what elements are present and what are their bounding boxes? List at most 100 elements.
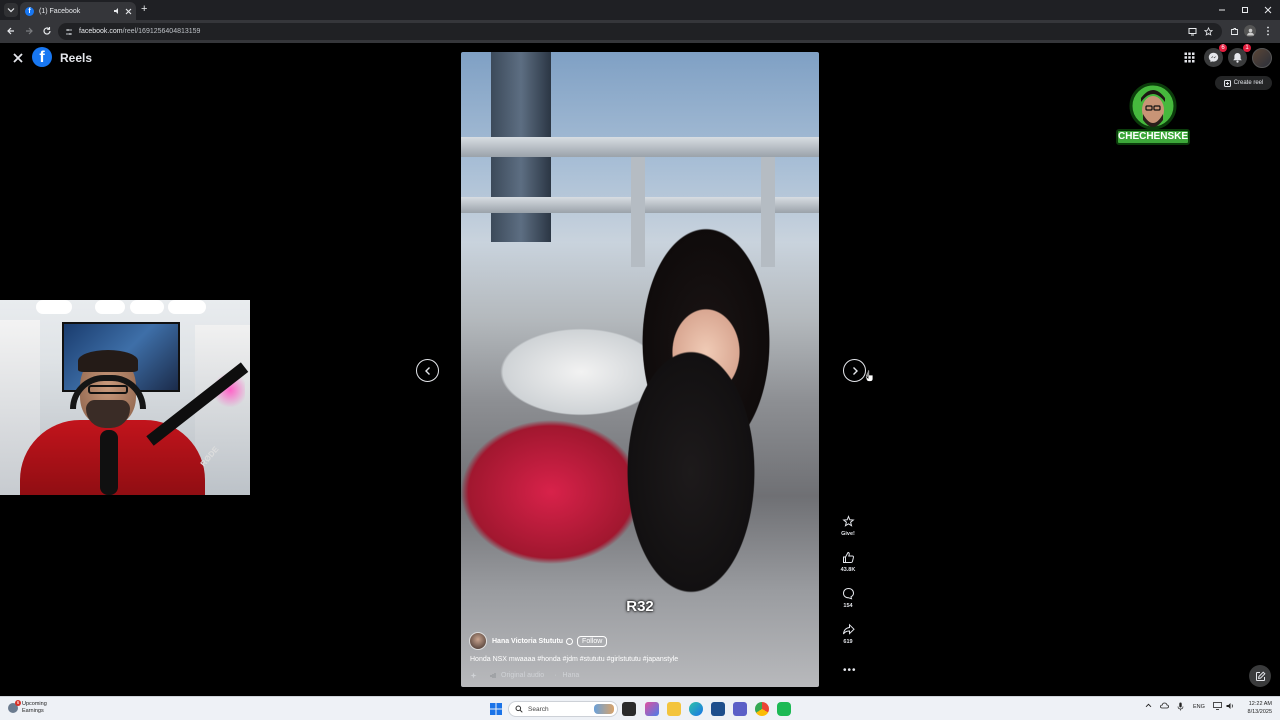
volume-tray-button[interactable] xyxy=(1226,702,1235,710)
close-window-button[interactable] xyxy=(1258,3,1278,17)
site-info-icon[interactable] xyxy=(65,28,73,36)
start-button[interactable] xyxy=(489,702,503,716)
facebook-logo[interactable]: f xyxy=(32,47,52,67)
video-caption: R32 xyxy=(626,598,654,615)
store-button[interactable] xyxy=(711,702,725,716)
music-note-icon xyxy=(490,673,496,678)
video-pillar xyxy=(761,157,775,267)
author-avatar[interactable] xyxy=(469,632,487,650)
taskbar-clock[interactable]: 12:22 AM 8/13/2025 xyxy=(1240,700,1272,716)
cloud-decoration xyxy=(95,300,125,314)
extensions-button[interactable] xyxy=(1228,25,1240,37)
bookmark-button[interactable] xyxy=(1202,25,1214,37)
minimize-button[interactable] xyxy=(1212,3,1232,17)
taskbar-search[interactable]: Search xyxy=(508,701,618,717)
close-icon xyxy=(13,53,23,63)
restore-button[interactable] xyxy=(1235,3,1255,17)
stars-icon xyxy=(841,514,855,527)
next-reel-button[interactable] xyxy=(843,359,866,382)
copilot-button[interactable] xyxy=(645,702,659,716)
follow-button[interactable]: Follow xyxy=(577,635,608,647)
task-view-button[interactable] xyxy=(622,702,636,716)
speaker-icon[interactable] xyxy=(113,7,121,15)
windows-taskbar: 6 Upcoming Earnings Search ENG 12:22 AM … xyxy=(0,696,1280,720)
comment-count: 154 xyxy=(843,603,853,609)
reload-button[interactable] xyxy=(41,25,53,37)
chrome-button[interactable] xyxy=(755,702,769,716)
clock-date: 8/13/2025 xyxy=(1247,709,1272,715)
webcam-person-hair xyxy=(78,350,138,372)
like-count: 43.8K xyxy=(840,567,856,573)
chevron-down-icon xyxy=(7,8,15,13)
search-icon xyxy=(515,705,523,713)
comment-button[interactable]: 154 xyxy=(836,585,860,609)
browser-tab-bar: f (1) Facebook + xyxy=(0,0,1280,20)
star-icon xyxy=(1203,26,1213,36)
author-name[interactable]: Hana Victoria Stututu xyxy=(492,638,563,645)
close-tab-icon[interactable] xyxy=(125,8,132,15)
cloud-drive-icon xyxy=(1160,702,1169,709)
bell-icon xyxy=(1233,53,1242,63)
reel-video[interactable]: R32 Hana Victoria Stututu Follow Honda N… xyxy=(461,52,819,687)
spotify-button[interactable] xyxy=(777,702,791,716)
reel-description[interactable]: Honda NSX mwaaaa #honda #jdm #stututu #g… xyxy=(470,656,678,663)
new-tab-button[interactable]: + xyxy=(141,3,151,17)
monitor-icon xyxy=(1188,27,1196,35)
microphone-tray-button[interactable] xyxy=(1177,702,1184,711)
edge-button[interactable] xyxy=(689,702,703,716)
messenger-button[interactable]: 6 xyxy=(1204,44,1227,67)
tab-title: (1) Facebook xyxy=(39,7,81,15)
create-reel-button[interactable]: Create reel xyxy=(1215,76,1272,90)
tray-app-icon[interactable] xyxy=(1160,702,1169,709)
account-avatar[interactable] xyxy=(1252,48,1272,68)
chevron-right-icon xyxy=(852,366,858,375)
close-reels-button[interactable] xyxy=(10,50,26,66)
give-stars-button[interactable]: Give! xyxy=(836,513,860,537)
profile-button[interactable] xyxy=(1244,25,1256,37)
cloud-decoration xyxy=(130,300,164,314)
close-icon xyxy=(1264,6,1272,14)
restore-icon xyxy=(1242,7,1248,13)
puzzle-icon xyxy=(1230,27,1238,35)
language-indicator[interactable]: ENG xyxy=(1193,704,1205,710)
browser-menu-button[interactable] xyxy=(1262,25,1274,37)
new-message-button[interactable] xyxy=(1249,665,1271,687)
audio-author: Hana xyxy=(562,672,580,679)
share-button[interactable]: 619 xyxy=(836,621,860,645)
compose-icon xyxy=(1255,670,1266,681)
like-button[interactable]: 43.8K xyxy=(836,549,860,573)
video-overpass xyxy=(461,137,819,157)
share-count: 619 xyxy=(843,639,853,645)
teams-button[interactable] xyxy=(733,702,747,716)
more-options-button[interactable]: ••• xyxy=(843,665,857,676)
back-button[interactable] xyxy=(5,25,17,37)
address-bar[interactable]: facebook.com/reel/1691256404813159 xyxy=(58,23,1222,40)
install-app-button[interactable] xyxy=(1186,25,1198,37)
url-host: facebook.com xyxy=(79,28,123,35)
menu-grid-button[interactable] xyxy=(1180,48,1199,67)
network-tray-button[interactable] xyxy=(1213,702,1222,710)
notifications-button[interactable]: 1 xyxy=(1228,44,1251,67)
thumbs-up-icon xyxy=(842,551,854,563)
previous-reel-button[interactable] xyxy=(416,359,439,382)
microphone-icon xyxy=(1177,702,1184,711)
audio-label: Original audio xyxy=(501,672,545,679)
tab-search-button[interactable] xyxy=(4,3,18,17)
separator-dot: · xyxy=(554,672,557,679)
file-explorer-button[interactable] xyxy=(667,702,681,716)
reload-icon xyxy=(43,27,51,35)
create-reel-icon xyxy=(1223,79,1231,87)
minimize-icon xyxy=(1219,9,1225,11)
arrow-left-icon xyxy=(7,27,14,35)
widgets-button[interactable]: 6 Upcoming Earnings xyxy=(8,700,47,715)
tray-overflow-button[interactable] xyxy=(1145,702,1152,709)
webcam-overlay: RØDE xyxy=(0,300,250,495)
windows-logo-icon xyxy=(490,703,502,715)
reel-audio-row[interactable]: Original audio · Hana xyxy=(470,672,579,679)
create-reel-label: Create reel xyxy=(1233,80,1264,86)
forward-button[interactable] xyxy=(23,25,35,37)
browser-tab-facebook[interactable]: f (1) Facebook xyxy=(20,2,136,20)
monitor-network-icon xyxy=(1213,702,1222,710)
widgets-line1: Upcoming xyxy=(22,701,47,707)
kebab-menu-icon xyxy=(1267,26,1269,36)
